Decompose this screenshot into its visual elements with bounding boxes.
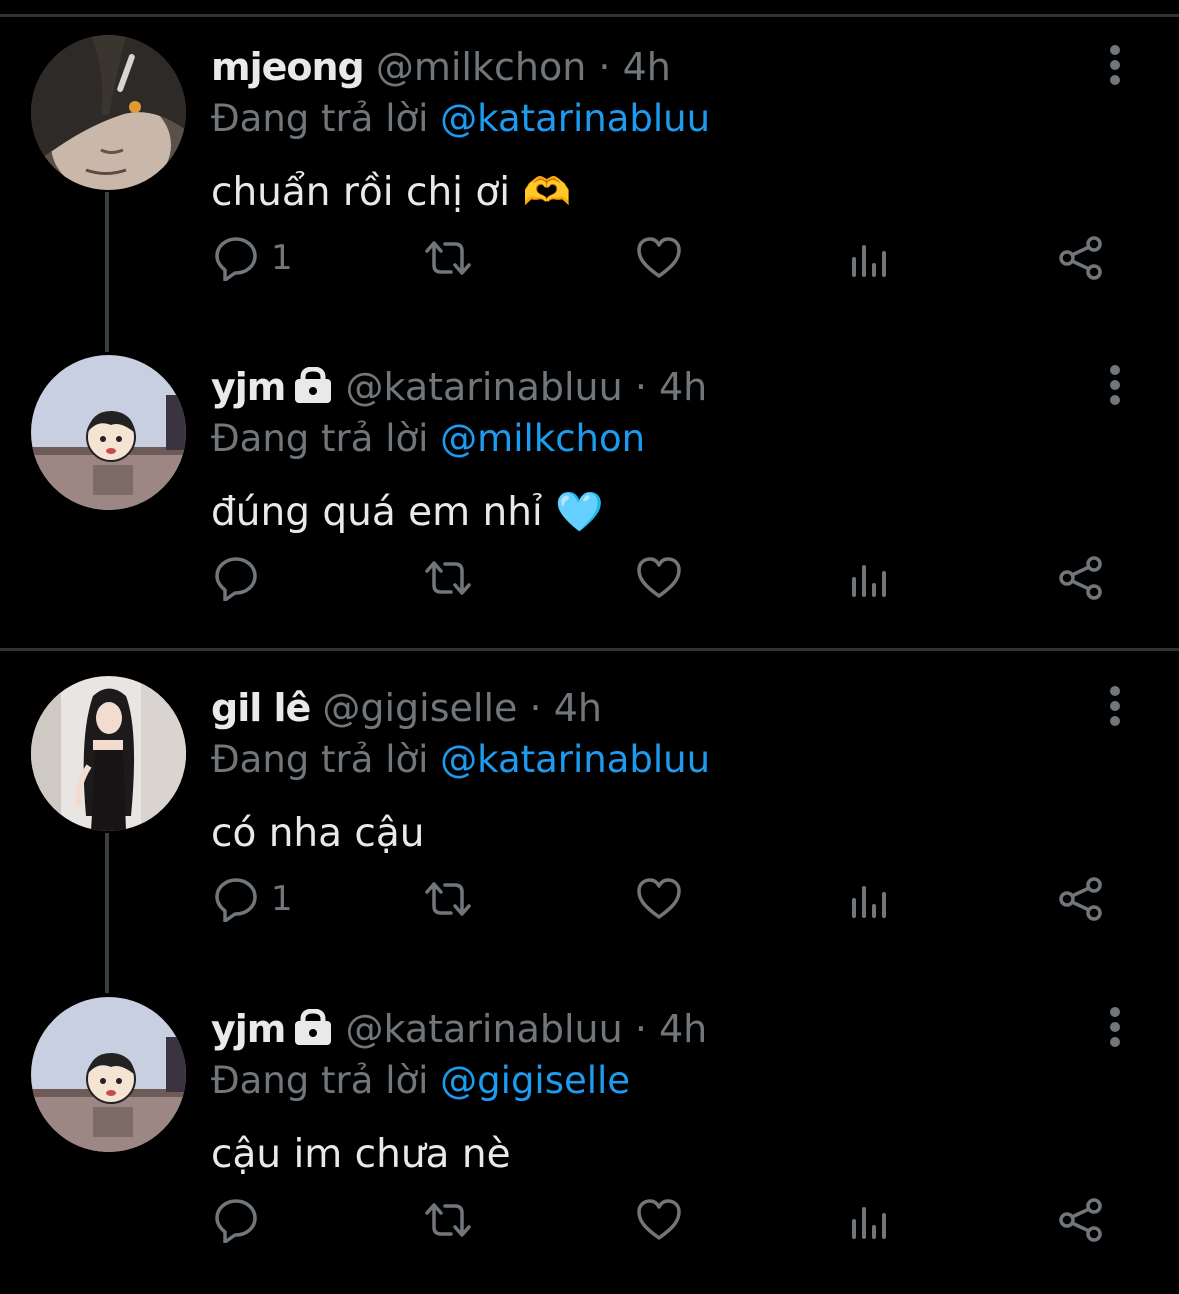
tweet[interactable]: yjm @katarinabluu · 4h Đang trả lời @mil… xyxy=(0,320,1179,640)
timestamp[interactable]: 4h xyxy=(554,686,602,730)
share-icon xyxy=(1059,1198,1102,1242)
reply-count: 1 xyxy=(271,879,293,919)
avatar[interactable] xyxy=(31,355,186,510)
display-name[interactable]: gil lê xyxy=(211,686,311,730)
tweet-text: cậu im chưa nè xyxy=(211,1132,511,1177)
retweet-icon xyxy=(425,882,471,916)
replying-to: Đang trả lời @gigiselle xyxy=(211,1056,630,1106)
reply-icon xyxy=(215,878,257,922)
retweet-button[interactable] xyxy=(421,1192,475,1248)
avatar[interactable] xyxy=(31,676,186,831)
retweet-icon xyxy=(425,241,471,275)
mention-link[interactable]: @gigiselle xyxy=(440,1059,630,1102)
more-icon[interactable] xyxy=(1102,364,1128,408)
tweet[interactable]: gil lê @gigiselle · 4h Đang trả lời @kat… xyxy=(0,641,1179,993)
tweet-text: có nha cậu xyxy=(211,811,425,856)
share-button[interactable] xyxy=(1058,550,1104,606)
like-button[interactable] xyxy=(635,871,683,927)
username[interactable]: @milkchon xyxy=(376,45,586,89)
like-icon xyxy=(637,557,681,598)
replying-to-label: Đang trả lời xyxy=(211,417,429,460)
avatar[interactable] xyxy=(31,997,186,1152)
share-button[interactable] xyxy=(1058,230,1104,286)
views-icon xyxy=(852,886,886,918)
retweet-button[interactable] xyxy=(421,230,475,286)
like-icon xyxy=(637,1199,681,1240)
timestamp[interactable]: 4h xyxy=(623,45,671,89)
more-icon[interactable] xyxy=(1102,44,1128,88)
tweet[interactable]: mjeong @milkchon · 4h Đang trả lời @kata… xyxy=(0,0,1179,352)
display-name[interactable]: mjeong xyxy=(211,45,365,89)
tweet[interactable]: yjm @katarinabluu · 4h Đang trả lời @gig… xyxy=(0,962,1179,1282)
views-button[interactable] xyxy=(849,1192,889,1248)
reply-button[interactable] xyxy=(213,550,271,606)
timestamp[interactable]: 4h xyxy=(659,1007,707,1051)
mention-link[interactable]: @milkchon xyxy=(440,417,645,460)
reply-button[interactable]: 1 xyxy=(213,871,293,927)
reply-button[interactable] xyxy=(213,1192,271,1248)
avatar[interactable] xyxy=(31,35,186,190)
tweet-header: yjm @katarinabluu · 4h xyxy=(211,362,707,415)
retweet-icon xyxy=(425,1203,471,1237)
tweet-header: yjm @katarinabluu · 4h xyxy=(211,1004,707,1057)
display-name[interactable]: yjm xyxy=(211,1007,286,1051)
retweet-icon xyxy=(425,561,471,595)
like-button[interactable] xyxy=(635,550,683,606)
views-icon xyxy=(852,1207,886,1239)
retweet-button[interactable] xyxy=(421,550,475,606)
reply-icon xyxy=(215,1199,257,1243)
lock-icon xyxy=(293,1007,333,1057)
replying-to: Đang trả lời @milkchon xyxy=(211,414,645,464)
share-button[interactable] xyxy=(1058,871,1104,927)
share-button[interactable] xyxy=(1058,1192,1104,1248)
like-button[interactable] xyxy=(635,1192,683,1248)
more-icon[interactable] xyxy=(1102,685,1128,729)
replying-to: Đang trả lời @katarinabluu xyxy=(211,735,710,785)
like-button[interactable] xyxy=(635,230,683,286)
display-name[interactable]: yjm xyxy=(211,365,286,409)
share-icon xyxy=(1059,236,1102,280)
action-bar xyxy=(0,550,1179,606)
replying-to-label: Đang trả lời xyxy=(211,97,429,140)
action-bar: 1 xyxy=(0,230,1179,286)
mention-link[interactable]: @katarinabluu xyxy=(440,97,710,140)
like-icon xyxy=(637,878,681,919)
views-button[interactable] xyxy=(849,550,889,606)
share-icon xyxy=(1059,556,1102,600)
views-button[interactable] xyxy=(849,230,889,286)
like-icon xyxy=(637,237,681,278)
tweet-header: gil lê @gigiselle · 4h xyxy=(211,683,602,733)
views-button[interactable] xyxy=(849,871,889,927)
share-icon xyxy=(1059,877,1102,921)
replying-to-label: Đang trả lời xyxy=(211,1059,429,1102)
separator-dot: · xyxy=(529,686,542,730)
username[interactable]: @katarinabluu xyxy=(346,1007,623,1051)
tweet-text: chuẩn rồi chị ơi 🫶 xyxy=(211,170,572,215)
action-bar: 1 xyxy=(0,871,1179,927)
separator-dot: · xyxy=(634,365,647,409)
mention-link[interactable]: @katarinabluu xyxy=(440,738,710,781)
reply-icon xyxy=(215,237,257,281)
separator-dot: · xyxy=(598,45,611,89)
reply-icon xyxy=(215,557,257,601)
username[interactable]: @katarinabluu xyxy=(346,365,623,409)
tweet-header: mjeong @milkchon · 4h xyxy=(211,42,671,92)
timestamp[interactable]: 4h xyxy=(659,365,707,409)
lock-icon xyxy=(293,365,333,415)
tweet-text: đúng quá em nhỉ 🩵 xyxy=(211,490,604,535)
views-icon xyxy=(852,565,886,597)
replying-to: Đang trả lời @katarinabluu xyxy=(211,94,710,144)
username[interactable]: @gigiselle xyxy=(322,686,517,730)
replying-to-label: Đang trả lời xyxy=(211,738,429,781)
more-icon[interactable] xyxy=(1102,1006,1128,1050)
reply-button[interactable]: 1 xyxy=(213,230,293,286)
reply-count: 1 xyxy=(271,238,293,278)
action-bar xyxy=(0,1192,1179,1248)
retweet-button[interactable] xyxy=(421,871,475,927)
views-icon xyxy=(852,245,886,277)
separator-dot: · xyxy=(634,1007,647,1051)
